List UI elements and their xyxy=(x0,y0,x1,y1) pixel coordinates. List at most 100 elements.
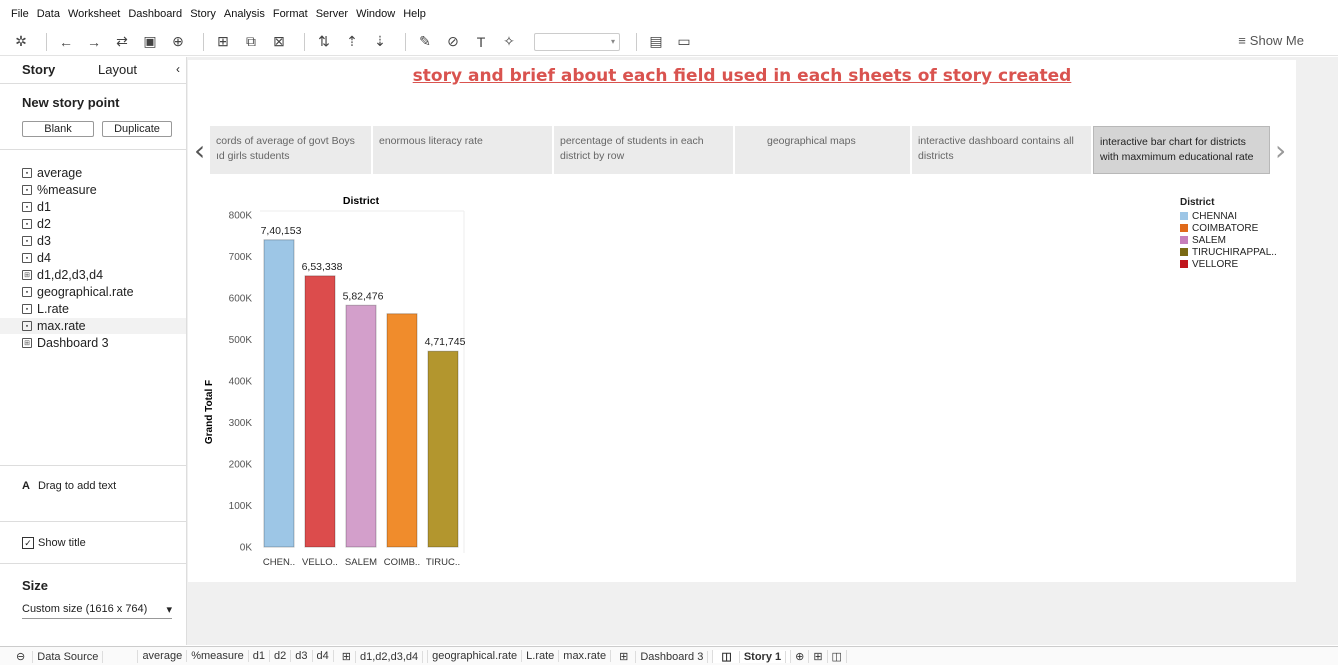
presentation-icon[interactable]: ▭ xyxy=(673,31,695,53)
new-story-icon[interactable]: ◫ xyxy=(828,649,847,663)
new-datasource-icon[interactable]: ⊕ xyxy=(167,31,189,53)
legend-swatch xyxy=(1180,224,1188,232)
bar[interactable] xyxy=(386,313,418,548)
sheet-item[interactable]: ▪ %measure xyxy=(22,182,97,198)
bar[interactable] xyxy=(304,275,336,548)
sheet-tab[interactable]: ⊞ d1,d2,d3,d4 xyxy=(334,649,429,663)
show-cards-icon[interactable]: ▤ xyxy=(645,31,667,53)
y-tick-label: 700K xyxy=(229,252,253,263)
x-tick-label: COIMB.. xyxy=(384,557,420,568)
menu-dashboard[interactable]: Dashboard xyxy=(127,8,183,20)
sheet-item[interactable]: ⊞ d1,d2,d3,d4 xyxy=(22,267,103,283)
data-source-tab[interactable]: ⊖ Data Source xyxy=(0,649,139,663)
story-point[interactable]: enormous literacy rate xyxy=(373,126,553,174)
legend-item[interactable]: COIMBATORE xyxy=(1180,222,1277,234)
undo-icon[interactable]: ← xyxy=(55,31,77,53)
sheet-item[interactable]: ▪ average xyxy=(22,165,82,181)
menu-data[interactable]: Data xyxy=(36,8,61,20)
labels-icon[interactable]: T xyxy=(470,31,492,53)
clear-sheet-icon[interactable]: ⊠ xyxy=(268,31,290,53)
bar[interactable] xyxy=(345,304,377,548)
sheet-tabs-bar: ⊖ Data Source average %measure d1 d2 d3 … xyxy=(0,646,1338,665)
drag-to-add-text[interactable]: A Drag to add text xyxy=(22,480,116,492)
sheet-tab[interactable]: max.rate xyxy=(559,650,612,662)
size-heading: Size xyxy=(22,578,49,593)
story-point[interactable]: geographical maps xyxy=(735,126,911,174)
legend-swatch xyxy=(1180,260,1188,268)
new-dashboard-icon[interactable]: ⊞ xyxy=(809,649,828,663)
sheet-item[interactable]: ▪ max.rate xyxy=(0,318,186,334)
show-title-checkbox[interactable]: ✓ Show title xyxy=(22,537,86,549)
story-point[interactable]: cords of average of govt Boys ıd girls s… xyxy=(210,126,372,174)
show-me-button[interactable]: ≡ Show Me xyxy=(1238,33,1304,48)
sheet-tab[interactable]: d3 xyxy=(291,650,313,662)
menu-window[interactable]: Window xyxy=(355,8,396,20)
collapse-icon[interactable]: ‹ xyxy=(176,62,180,76)
fit-dropdown[interactable]: ▾ xyxy=(534,32,620,51)
bar[interactable] xyxy=(427,350,459,548)
highlight-icon[interactable]: ✎ xyxy=(414,31,436,53)
sheet-tab[interactable]: d4 xyxy=(313,650,334,662)
next-arrow-icon[interactable]: › xyxy=(1275,134,1286,167)
sheet-tab[interactable]: geographical.rate xyxy=(428,650,523,662)
legend-item[interactable]: CHENNAI xyxy=(1180,210,1277,222)
data-label: 4,71,745 xyxy=(425,336,466,348)
pin-icon[interactable]: ✧ xyxy=(498,31,520,53)
sheet-tab[interactable]: average xyxy=(138,650,188,662)
legend-item[interactable]: SALEM xyxy=(1180,234,1277,246)
sheet-item[interactable]: ▪ d3 xyxy=(22,233,51,249)
blank-button[interactable]: Blank xyxy=(22,121,94,137)
legend-item[interactable]: VELLORE xyxy=(1180,258,1277,270)
group-icon[interactable]: ⊘ xyxy=(442,31,464,53)
story-icon: ◫ xyxy=(717,650,740,663)
sheet-tab[interactable]: d2 xyxy=(270,650,292,662)
menu-analysis[interactable]: Analysis xyxy=(223,8,266,20)
menu-story[interactable]: Story xyxy=(189,8,217,20)
story-point[interactable]: interactive dashboard contains all distr… xyxy=(912,126,1092,174)
legend-swatch xyxy=(1180,212,1188,220)
toolbar-separator xyxy=(203,32,204,51)
worksheet-icon: ▪ xyxy=(22,168,32,178)
sheet-item[interactable]: ⊞ Dashboard 3 xyxy=(22,335,109,351)
sheet-item[interactable]: ▪ geographical.rate xyxy=(22,284,134,300)
sheet-item[interactable]: ▪ d4 xyxy=(22,250,51,266)
menu-file[interactable]: File xyxy=(10,8,30,20)
sheet-tab[interactable]: d1 xyxy=(249,650,271,662)
y-tick-label: 100K xyxy=(229,501,253,512)
sheet-item[interactable]: ▪ d1 xyxy=(22,199,51,215)
tableau-logo-icon[interactable]: ✲ xyxy=(10,31,32,53)
sheet-tab[interactable]: ⊞ Dashboard 3 xyxy=(611,649,714,663)
sheet-item[interactable]: ▪ d2 xyxy=(22,216,51,232)
swap-icon[interactable]: ⇄ xyxy=(111,31,133,53)
sort-descending-icon[interactable]: ⇣ xyxy=(369,31,391,53)
legend-title: District xyxy=(1180,197,1215,208)
save-icon[interactable]: ▣ xyxy=(139,31,161,53)
legend-item[interactable]: TIRUCHIRAPPAL.. xyxy=(1180,246,1277,258)
duplicate-sheet-icon[interactable]: ⧉ xyxy=(240,31,262,53)
sheet-item[interactable]: ▪ L.rate xyxy=(22,301,69,317)
tab-story[interactable]: Story xyxy=(22,62,55,77)
sort-ascending-icon[interactable]: ⇡ xyxy=(341,31,363,53)
worksheet-icon: ▪ xyxy=(22,236,32,246)
y-tick-label: 400K xyxy=(229,377,253,388)
story-point[interactable]: percentage of students in each district … xyxy=(554,126,734,174)
story-point-selected[interactable]: interactive bar chart for districts with… xyxy=(1093,126,1270,174)
sheet-tab[interactable]: L.rate xyxy=(522,650,560,662)
menu-server[interactable]: Server xyxy=(315,8,349,20)
new-worksheet-icon[interactable]: ⊕ xyxy=(791,649,810,663)
duplicate-button[interactable]: Duplicate xyxy=(102,121,172,137)
swap-rows-columns-icon[interactable]: ⇅ xyxy=(313,31,335,53)
sheet-tab-active[interactable]: ◫ Story 1 xyxy=(713,649,792,663)
story-title[interactable]: story and brief about each field used in… xyxy=(188,66,1296,86)
new-worksheet-icon[interactable]: ⊞ xyxy=(212,31,234,53)
toolbar-separator xyxy=(304,32,305,51)
previous-arrow-icon[interactable]: ‹ xyxy=(194,134,205,167)
bar[interactable] xyxy=(263,239,295,548)
menu-worksheet[interactable]: Worksheet xyxy=(67,8,121,20)
tab-layout[interactable]: Layout xyxy=(98,62,137,77)
redo-icon[interactable]: → xyxy=(83,31,105,53)
menu-help[interactable]: Help xyxy=(402,8,427,20)
menu-format[interactable]: Format xyxy=(272,8,309,20)
size-dropdown[interactable]: Custom size (1616 x 764) ▾ xyxy=(22,603,172,619)
sheet-tab[interactable]: %measure xyxy=(187,650,249,662)
